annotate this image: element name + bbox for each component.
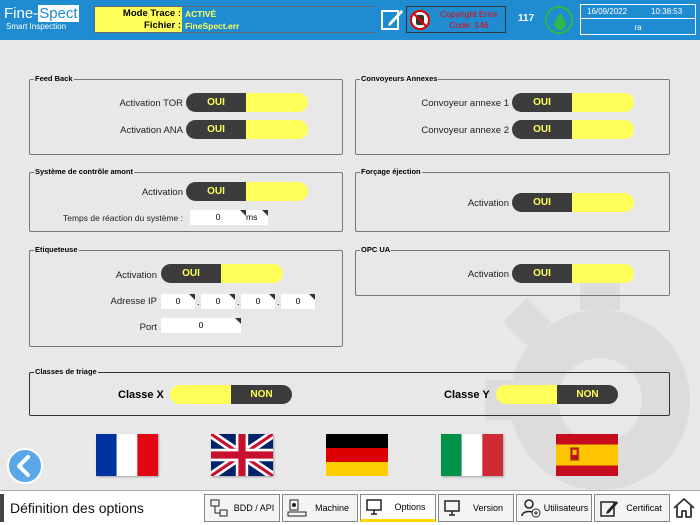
group-title: OPC UA <box>360 245 392 254</box>
port-label: Port <box>139 322 157 333</box>
mode-trace-value: ACTIVÉ <box>185 9 217 19</box>
network-icon <box>210 499 228 517</box>
group-title: Classes de triage <box>34 367 98 376</box>
adresse-ip-label: Adresse IP <box>110 296 157 307</box>
convoyeur-2-toggle[interactable]: OUI <box>512 120 634 139</box>
controle-activation-toggle[interactable]: OUI <box>186 182 308 201</box>
activation-ana-label: Activation ANA <box>120 125 183 136</box>
flag-germany-icon[interactable] <box>326 434 388 476</box>
nav-machine[interactable]: Machine <box>282 494 358 522</box>
controle-amont-group: Système de contrôle amont Activation OUI… <box>29 167 343 232</box>
group-title: Forçage éjection <box>360 167 422 176</box>
water-drop-icon <box>554 13 566 30</box>
convoyeur-2-label: Convoyeur annexe 2 <box>421 125 509 136</box>
convoyeur-1-label: Convoyeur annexe 1 <box>421 98 509 109</box>
forcage-activation-toggle[interactable]: OUI <box>512 193 634 212</box>
temps-unit: ms <box>246 210 268 225</box>
classe-y-label: Classe Y <box>444 389 490 401</box>
stop-hand-icon <box>410 10 430 30</box>
ip-octet-1[interactable]: 0 <box>161 294 195 309</box>
page-title: Définition des options <box>10 500 144 516</box>
computer-icon <box>366 499 382 515</box>
temps-reaction-label: Temps de réaction du système : <box>62 213 183 223</box>
date: 16/09/2022 <box>587 7 628 16</box>
nav-bdd-api[interactable]: BDD / API <box>204 494 280 522</box>
nav-version[interactable]: Version <box>438 494 514 522</box>
nav-certificat[interactable]: Certificat <box>594 494 670 522</box>
opc-ua-group: OPC UA Activation OUI <box>355 245 670 296</box>
header-bar: Fine-Spect Smart Inspection Mode Trace :… <box>0 0 700 40</box>
opc-activation-toggle[interactable]: OUI <box>512 264 634 283</box>
current-user: ra <box>634 23 642 32</box>
opc-activation-label: Activation <box>467 269 509 280</box>
trace-info-box: Mode Trace : Fichier : ACTIVÉ FineSpect.… <box>94 6 376 33</box>
temps-reaction-field[interactable]: 0 <box>190 210 246 225</box>
copyright-error-line1: Copyright Error <box>440 9 498 19</box>
forcage-activation-label: Activation <box>467 198 509 209</box>
activation-tor-label: Activation TOR <box>119 98 183 109</box>
forcage-ejection-group: Forçage éjection Activation OUI <box>355 167 670 232</box>
add-user-icon <box>521 499 541 518</box>
classe-x-toggle[interactable]: NON <box>170 385 292 404</box>
fichier-label: Fichier : <box>144 20 181 31</box>
logo: Fine-Spect <box>4 5 79 22</box>
flag-uk-icon[interactable] <box>211 434 273 476</box>
nav-utilisateurs[interactable]: Utilisateurs <box>516 494 592 522</box>
counter: 117 <box>518 13 535 24</box>
datetime-box: 16/09/2022 10:38:53 ra <box>580 4 696 35</box>
copyright-error-box: Copyright Error Code: 146 <box>406 6 506 33</box>
group-title: Convoyeurs Annexes <box>360 74 439 83</box>
activation-ana-toggle[interactable]: OUI <box>186 120 308 139</box>
certificate-edit-icon <box>600 501 618 517</box>
activation-tor-toggle[interactable]: OUI <box>186 93 308 112</box>
etiqueteuse-activation-toggle[interactable]: OUI <box>161 264 283 283</box>
etiqueteuse-group: Etiqueteuse Activation OUI Adresse IP 0 … <box>29 245 343 347</box>
machine-icon <box>287 499 307 517</box>
classes-triage-group: Classes de triage Classe X NON Classe Y … <box>29 367 670 416</box>
controle-activation-label: Activation <box>141 187 183 198</box>
port-field[interactable]: 0 <box>161 318 241 333</box>
edit-icon[interactable] <box>381 7 403 31</box>
ip-octet-4[interactable]: 0 <box>281 294 315 309</box>
flag-spain-icon[interactable] <box>556 434 618 476</box>
classe-y-toggle[interactable]: NON <box>496 385 618 404</box>
status-indicator <box>545 6 573 34</box>
time: 10:38:53 <box>651 7 683 16</box>
feedback-group: Feed Back Activation TOR OUI Activation … <box>29 74 343 155</box>
nav-options[interactable]: Options <box>360 494 436 522</box>
monitor-icon <box>444 500 460 516</box>
flag-italy-icon[interactable] <box>441 434 503 476</box>
group-title: Feed Back <box>34 74 74 83</box>
ip-octet-3[interactable]: 0 <box>241 294 275 309</box>
mode-trace-label: Mode Trace : <box>122 8 181 19</box>
back-arrow-icon[interactable] <box>6 447 44 485</box>
convoyeurs-group: Convoyeurs Annexes Convoyeur annexe 1 OU… <box>355 74 670 155</box>
logo-subtitle: Smart Inspection <box>6 22 67 31</box>
convoyeur-1-toggle[interactable]: OUI <box>512 93 634 112</box>
group-title: Système de contrôle amont <box>34 167 134 176</box>
footer-bar: Définition des options BDD / API Machine… <box>0 490 700 525</box>
fichier-value: FineSpect.err <box>185 21 240 31</box>
home-icon[interactable] <box>672 496 696 520</box>
ip-octet-2[interactable]: 0 <box>201 294 235 309</box>
etiqueteuse-activation-label: Activation <box>115 270 157 281</box>
classe-x-label: Classe X <box>118 389 164 401</box>
group-title: Etiqueteuse <box>34 245 79 254</box>
copyright-error-line2: Code: 146 <box>449 20 489 30</box>
flag-france-icon[interactable] <box>96 434 158 476</box>
